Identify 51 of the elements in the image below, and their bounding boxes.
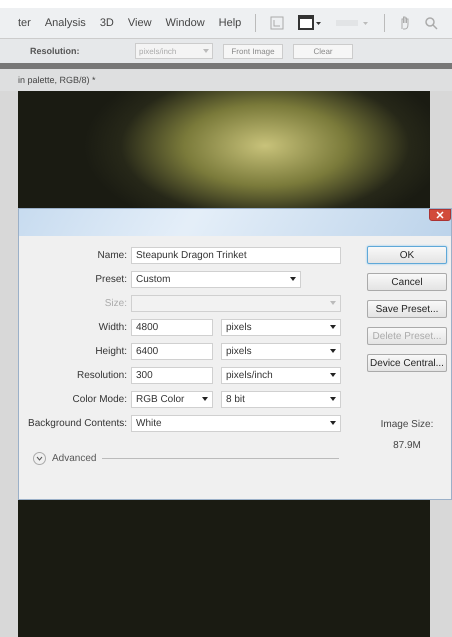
- name-input[interactable]: Steapunk Dragon Trinket: [131, 246, 341, 264]
- mode-dropdown[interactable]: RGB Color: [131, 390, 213, 408]
- menu-item[interactable]: Window: [166, 17, 205, 29]
- caret-icon: [330, 397, 336, 401]
- caret-icon: [330, 349, 336, 353]
- field-label: Height:: [94, 346, 127, 356]
- dialog-button[interactable]: Save Preset...: [367, 300, 447, 318]
- close-icon: [436, 211, 444, 219]
- depth-dropdown[interactable]: 8 bit: [221, 390, 341, 408]
- zoom-icon[interactable]: [425, 16, 438, 30]
- menu-item[interactable]: ter: [18, 17, 31, 29]
- document-tab[interactable]: in palette, RGB/8) *: [0, 69, 452, 91]
- advanced-toggle[interactable]: Advanced: [33, 452, 96, 465]
- field-label: Size:: [104, 298, 127, 308]
- dialog-button[interactable]: Device Central...: [367, 354, 447, 372]
- unit-dropdown[interactable]: pixels: [221, 318, 341, 336]
- field-label: Color Mode:: [72, 394, 127, 404]
- chevron-down-icon: [33, 452, 46, 465]
- field-label: Width:: [98, 322, 127, 332]
- caret-icon: [330, 373, 336, 377]
- field-label: Preset:: [94, 274, 127, 284]
- caret-icon: [330, 301, 336, 305]
- screen-mode-icon[interactable]: [298, 15, 322, 31]
- caret-icon: [290, 277, 296, 281]
- field-label: Resolution:: [76, 370, 127, 380]
- menu-item[interactable]: 3D: [100, 17, 114, 29]
- image-size-value: 87.9M: [393, 440, 421, 451]
- caret-icon: [202, 397, 208, 401]
- field-label: Background Contents:: [27, 418, 127, 428]
- menu-item[interactable]: View: [128, 17, 152, 29]
- menu-item[interactable]: Analysis: [44, 17, 86, 29]
- dialog-button[interactable]: OK: [367, 246, 447, 264]
- dialog-button[interactable]: Cancel: [367, 273, 447, 291]
- field-label: Name:: [96, 250, 127, 260]
- dropdown[interactable]: White: [131, 414, 341, 432]
- close-button[interactable]: [429, 209, 451, 221]
- image-size-label: Image Size:: [380, 419, 434, 430]
- resolution-label: Resolution:: [30, 46, 80, 56]
- menu-item[interactable]: Help: [218, 17, 242, 29]
- caret-icon: [330, 421, 336, 425]
- hand-icon[interactable]: [399, 16, 412, 30]
- number-input[interactable]: 300: [131, 366, 213, 384]
- unit-dropdown[interactable]: pixels/inch: [221, 366, 341, 384]
- number-input[interactable]: 6400: [131, 342, 213, 360]
- zoom-dropdown[interactable]: [336, 18, 370, 28]
- caret-icon: [330, 325, 336, 329]
- dropdown[interactable]: Custom: [131, 270, 301, 288]
- document-icon[interactable]: [270, 16, 284, 30]
- number-input[interactable]: 4800: [131, 318, 213, 336]
- caret-icon: [203, 49, 209, 53]
- unit-dropdown[interactable]: pixels: [221, 342, 341, 360]
